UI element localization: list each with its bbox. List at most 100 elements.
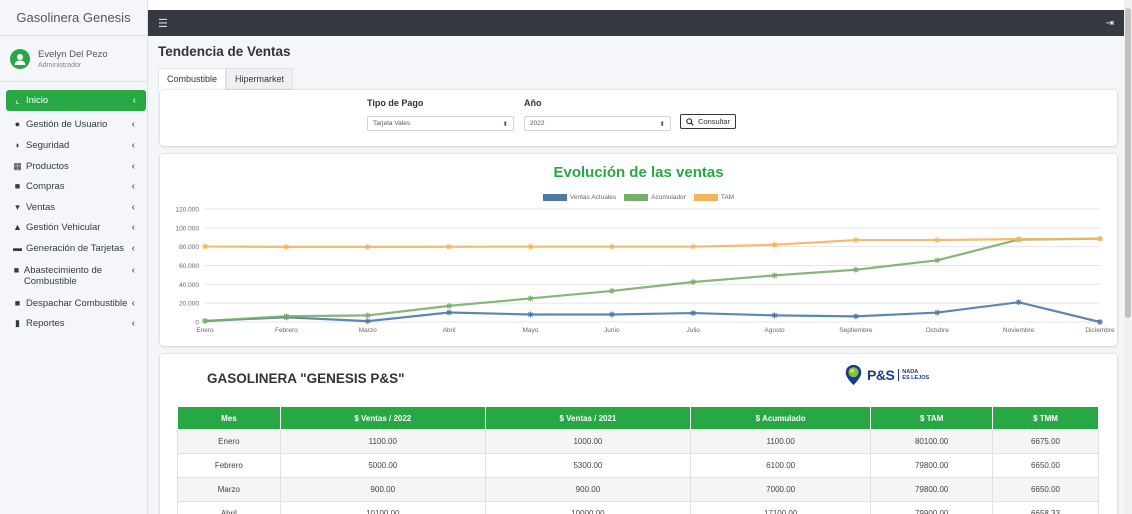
- sidebar: Gasolinera Genesis Evelyn Del Pezo Admin…: [0, 0, 148, 514]
- sidebar-item-label: Ventas: [26, 201, 56, 213]
- chevron-left-icon: ‹: [132, 94, 136, 106]
- page-scrollbar[interactable]: [1124, 0, 1132, 514]
- consult-button[interactable]: Consultar: [680, 114, 737, 129]
- y-tick-label: 80.000: [179, 244, 199, 251]
- data-point[interactable]: [608, 287, 615, 294]
- x-tick-label: Julio: [686, 327, 700, 334]
- scrollbar-thumb[interactable]: [1125, 8, 1131, 318]
- x-tick-label: Diciembre: [1085, 327, 1115, 334]
- data-point[interactable]: [283, 243, 290, 250]
- table-row: Febrero 5000.00 5300.00 6100.00 79800.00 6650…: [177, 453, 1099, 478]
- data-point[interactable]: [446, 243, 453, 250]
- x-tick-label: Noviembre: [1003, 327, 1035, 334]
- data-point[interactable]: [527, 295, 534, 302]
- table-body: Enero 1100.00 1000.00 1100.00 80100.00 6675.0…: [177, 429, 1099, 514]
- tab-combustible[interactable]: Combustible: [158, 68, 227, 90]
- data-point[interactable]: [202, 243, 208, 250]
- year-label: Año: [524, 98, 542, 108]
- table-cell: Febrero: [177, 453, 281, 478]
- data-point[interactable]: [934, 237, 941, 244]
- table-cell: 10000.00: [484, 501, 691, 514]
- table-header-row: Mes $ Ventas / 2022 $ Ventas / 2021 $ Acumu…: [177, 406, 1099, 430]
- data-point[interactable]: [364, 318, 371, 325]
- data-point[interactable]: [852, 313, 859, 320]
- x-tick-label: Mayo: [523, 327, 539, 334]
- data-point[interactable]: [527, 243, 534, 250]
- chevron-left-icon: ‹: [131, 318, 135, 330]
- sidebar-item-label: Productos: [26, 160, 69, 172]
- data-point[interactable]: [1097, 319, 1103, 325]
- data-point[interactable]: [608, 243, 615, 250]
- column-header[interactable]: $ Ventas / 2022: [279, 406, 486, 430]
- y-tick-label: 0: [195, 320, 199, 327]
- y-tick-label: 120.000: [176, 207, 200, 214]
- tab-hipermarket[interactable]: Hipermarket: [226, 68, 294, 90]
- payment-type-label: Tipo de Pago: [367, 98, 424, 108]
- x-tick-label: Septiembre: [839, 327, 873, 334]
- table-cell: 1100.00: [279, 429, 486, 454]
- column-header[interactable]: $ Ventas / 2021: [484, 406, 691, 430]
- table-cell: 10100.00: [279, 501, 486, 514]
- sidebar-item-productos[interactable]: ▦ Productos ‹: [2, 156, 145, 177]
- column-header[interactable]: $ TAM: [870, 406, 994, 430]
- data-point[interactable]: [934, 257, 941, 264]
- data-point[interactable]: [1015, 299, 1022, 306]
- sidebar-item-label: Despachar Combustible: [26, 297, 128, 309]
- data-point[interactable]: [771, 312, 778, 319]
- data-point[interactable]: [446, 302, 453, 309]
- user-name[interactable]: Evelyn Del Pezo: [38, 49, 108, 60]
- sidebar-item-label-wrap: ■ Despachar Combustible: [12, 297, 128, 309]
- data-point[interactable]: [608, 311, 615, 318]
- payment-type-select[interactable]: Tarjeta Vales ⬍: [367, 116, 514, 131]
- data-point[interactable]: [527, 311, 534, 318]
- x-tick-label: Abril: [443, 327, 457, 334]
- data-point[interactable]: [852, 266, 859, 273]
- table-cell: 6650.00: [992, 453, 1099, 478]
- tab-bar: Combustible Hipermarket: [158, 68, 294, 90]
- sidebar-item-label: Compras: [26, 181, 65, 193]
- data-point[interactable]: [364, 243, 371, 250]
- data-point[interactable]: [690, 310, 697, 317]
- data-point[interactable]: [771, 241, 778, 248]
- sidebar-item-label-wrap: ■ Compras: [12, 181, 65, 192]
- sales-line-chart: 0 20.000 40.000 60.000 80.000 100.000 120.000 E…: [176, 207, 1116, 335]
- sidebar-item-despachar-combustible[interactable]: ■ Despachar Combustible ‹: [2, 293, 145, 314]
- column-header[interactable]: $ TMM: [992, 406, 1099, 430]
- table-cell: 6658.33: [992, 501, 1099, 514]
- sidebar-item-abastecimiento-de-combustible[interactable]: ■ Abastecimiento de Combustible ‹: [2, 259, 145, 293]
- data-point[interactable]: [771, 272, 778, 279]
- menu-toggle-icon[interactable]: ☰: [158, 17, 168, 30]
- main-content: Tendencia de Ventas Combustible Hipermar…: [148, 36, 1124, 514]
- data-point[interactable]: [364, 312, 371, 319]
- sidebar-item-reportes[interactable]: ▮ Reportes ‹: [2, 313, 145, 334]
- chevron-left-icon: ‹: [131, 119, 135, 131]
- select-arrows-icon: ⬍: [659, 120, 665, 128]
- year-select[interactable]: 2022 ⬍: [524, 116, 671, 131]
- brand-title[interactable]: Gasolinera Genesis: [0, 0, 147, 36]
- data-point[interactable]: [1097, 235, 1103, 242]
- sidebar-item-gesti-n-de-usuario[interactable]: ● Gestión de Usuario ‹: [2, 115, 145, 136]
- data-point[interactable]: [852, 237, 859, 244]
- filters-card: Tipo de Pago Tarjeta Vales ⬍ Año 2022 ⬍ …: [160, 90, 1117, 146]
- column-header[interactable]: Mes: [177, 406, 281, 430]
- data-point[interactable]: [202, 317, 208, 324]
- data-point[interactable]: [446, 309, 453, 316]
- logout-icon[interactable]: ⇥: [1106, 18, 1114, 29]
- sidebar-item-label: Inicio: [26, 94, 49, 106]
- shield-icon: ◗: [14, 139, 21, 150]
- sidebar-item-inicio[interactable]: ⌞ Inicio ‹: [6, 90, 146, 111]
- sidebar-item-gesti-n-vehicular[interactable]: ▲ Gestión Vehicular ‹: [2, 218, 145, 239]
- sidebar-item-generaci-n-de-tarjetas[interactable]: ▬ Generación de Tarjetas ‹: [2, 238, 145, 259]
- sidebar-item-ventas[interactable]: ▾ Ventas ‹: [2, 197, 145, 218]
- data-point[interactable]: [690, 243, 697, 250]
- sidebar-item-label-wrap: ⌞ Inicio: [12, 95, 48, 106]
- sidebar-item-seguridad[interactable]: ◗ Seguridad ‹: [2, 135, 145, 156]
- table-cell: 6675.00: [992, 429, 1099, 454]
- sidebar-item-label-wrap: ▬ Generación de Tarjetas: [12, 243, 124, 254]
- column-header[interactable]: $ Acumulado: [689, 406, 872, 430]
- sidebar-item-label-wrap: ● Gestión de Usuario: [12, 119, 108, 130]
- sidebar-item-compras[interactable]: ■ Compras ‹: [2, 176, 145, 197]
- data-point[interactable]: [934, 309, 941, 316]
- x-tick-label: Febrero: [275, 327, 298, 334]
- table-cell: 5300.00: [484, 453, 691, 478]
